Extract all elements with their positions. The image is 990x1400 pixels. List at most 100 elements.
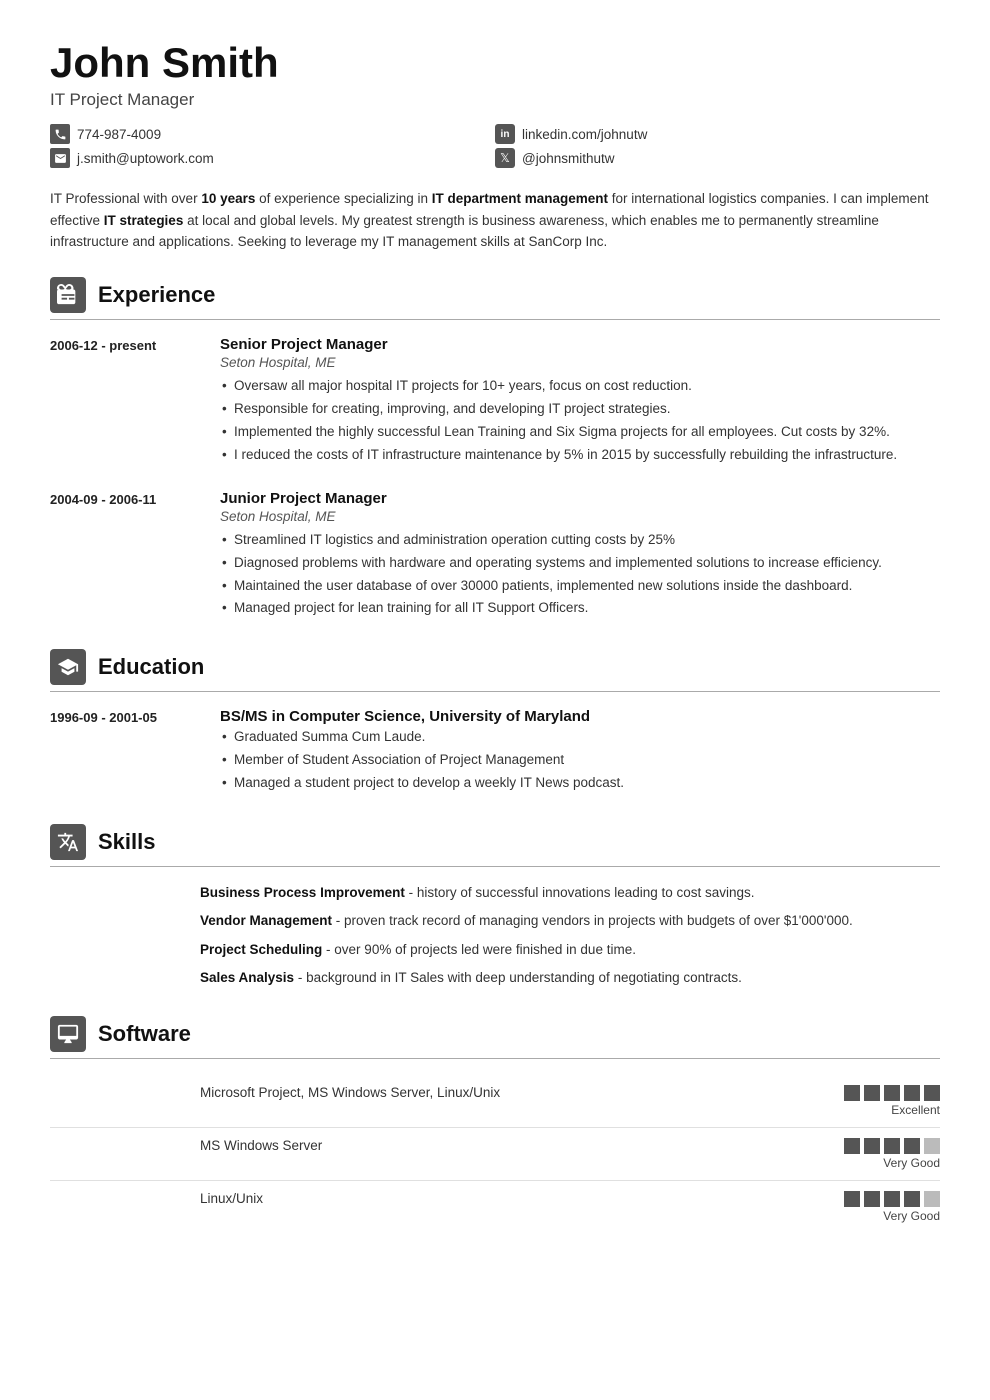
experience-title: Experience [98, 282, 215, 308]
resume-header: John Smith IT Project Manager 774-987-40… [50, 40, 940, 168]
software-row-0: Microsoft Project, MS Windows Server, Li… [50, 1075, 940, 1128]
education-entry-1: 1996-09 - 2001-05 BS/MS in Computer Scie… [50, 708, 940, 796]
bullet-item: Diagnosed problems with hardware and ope… [220, 553, 940, 574]
bullet-item: Managed a student project to develop a w… [220, 773, 940, 794]
education-title: Education [98, 654, 204, 680]
candidate-title: IT Project Manager [50, 90, 940, 110]
dot [844, 1085, 860, 1101]
skills-header: Skills [50, 824, 940, 867]
rating-label-0: Excellent [891, 1103, 940, 1117]
bullet-item: Oversaw all major hospital IT projects f… [220, 376, 940, 397]
dot [904, 1191, 920, 1207]
skill-item-1: Vendor Management - proven track record … [200, 911, 940, 931]
entry-title-2: Junior Project Manager [220, 490, 940, 507]
entry-bullets-2: Streamlined IT logistics and administrat… [220, 530, 940, 620]
summary-section: IT Professional with over 10 years of ex… [50, 188, 940, 253]
contact-phone: 774-987-4009 [50, 124, 495, 144]
skill-name-1: Vendor Management [200, 913, 332, 928]
dot [904, 1138, 920, 1154]
linkedin-value: linkedin.com/johnutw [522, 127, 647, 142]
software-name-0: Microsoft Project, MS Windows Server, Li… [50, 1085, 500, 1100]
skill-desc-3: - background in IT Sales with deep under… [298, 970, 742, 985]
entry-subtitle-1: Seton Hospital, ME [220, 355, 940, 370]
software-name-2: Linux/Unix [50, 1191, 263, 1206]
entry-dates-1: 2006-12 - present [50, 336, 200, 468]
skills-section: Skills Business Process Improvement - hi… [50, 824, 940, 988]
skill-item-2: Project Scheduling - over 90% of project… [200, 940, 940, 960]
bullet-item: Member of Student Association of Project… [220, 750, 940, 771]
email-icon [50, 148, 70, 168]
entry-dates-2: 2004-09 - 2006-11 [50, 490, 200, 622]
contact-twitter: 𝕏 @johnsmithutw [495, 148, 940, 168]
software-title: Software [98, 1021, 191, 1047]
edu-content-1: BS/MS in Computer Science, University of… [220, 708, 940, 796]
dot-empty [924, 1138, 940, 1154]
education-section: Education 1996-09 - 2001-05 BS/MS in Com… [50, 649, 940, 796]
software-rating-0: Excellent [820, 1085, 940, 1117]
skill-item-0: Business Process Improvement - history o… [200, 883, 940, 903]
rating-label-2: Very Good [883, 1209, 940, 1223]
software-rating-2: Very Good [820, 1191, 940, 1223]
experience-entry-2: 2004-09 - 2006-11 Junior Project Manager… [50, 490, 940, 622]
edu-dates-1: 1996-09 - 2001-05 [50, 708, 200, 796]
email-value: j.smith@uptowork.com [77, 151, 214, 166]
dot [884, 1085, 900, 1101]
edu-bullets-1: Graduated Summa Cum Laude. Member of Stu… [220, 727, 940, 794]
bullet-item: Managed project for lean training for al… [220, 598, 940, 619]
skill-item-3: Sales Analysis - background in IT Sales … [200, 968, 940, 988]
skill-name-2: Project Scheduling [200, 942, 322, 957]
software-row-2: Linux/Unix Very Good [50, 1181, 940, 1233]
dot [924, 1085, 940, 1101]
education-header: Education [50, 649, 940, 692]
edu-title-1: BS/MS in Computer Science, University of… [220, 708, 940, 725]
skill-desc-0: - history of successful innovations lead… [409, 885, 755, 900]
twitter-icon: 𝕏 [495, 148, 515, 168]
software-header: Software [50, 1016, 940, 1059]
software-icon [50, 1016, 86, 1052]
phone-icon [50, 124, 70, 144]
contact-linkedin: in linkedin.com/johnutw [495, 124, 940, 144]
twitter-value: @johnsmithutw [522, 151, 615, 166]
dot-empty [924, 1191, 940, 1207]
skill-name-3: Sales Analysis [200, 970, 294, 985]
dot [864, 1191, 880, 1207]
entry-content-2: Junior Project Manager Seton Hospital, M… [220, 490, 940, 622]
rating-dots-1 [844, 1138, 940, 1154]
software-rating-1: Very Good [820, 1138, 940, 1170]
experience-section: Experience 2006-12 - present Senior Proj… [50, 277, 940, 621]
skill-desc-1: - proven track record of managing vendor… [336, 913, 853, 928]
dot [864, 1138, 880, 1154]
bullet-item: Implemented the highly successful Lean T… [220, 422, 940, 443]
bullet-item: I reduced the costs of IT infrastructure… [220, 445, 940, 466]
software-row-1: MS Windows Server Very Good [50, 1128, 940, 1181]
bullet-item: Graduated Summa Cum Laude. [220, 727, 940, 748]
dot [884, 1191, 900, 1207]
contact-grid: 774-987-4009 in linkedin.com/johnutw j.s… [50, 124, 940, 168]
bullet-item: Maintained the user database of over 300… [220, 576, 940, 597]
entry-title-1: Senior Project Manager [220, 336, 940, 353]
rating-label-1: Very Good [883, 1156, 940, 1170]
dot [884, 1138, 900, 1154]
bullet-item: Responsible for creating, improving, and… [220, 399, 940, 420]
phone-value: 774-987-4009 [77, 127, 161, 142]
skills-title: Skills [98, 829, 155, 855]
experience-entry-1: 2006-12 - present Senior Project Manager… [50, 336, 940, 468]
linkedin-icon: in [495, 124, 515, 144]
experience-icon [50, 277, 86, 313]
experience-header: Experience [50, 277, 940, 320]
software-name-1: MS Windows Server [50, 1138, 322, 1153]
software-section: Software Microsoft Project, MS Windows S… [50, 1016, 940, 1233]
entry-subtitle-2: Seton Hospital, ME [220, 509, 940, 524]
education-icon [50, 649, 86, 685]
rating-dots-2 [844, 1191, 940, 1207]
contact-email: j.smith@uptowork.com [50, 148, 495, 168]
dot [864, 1085, 880, 1101]
skills-list: Business Process Improvement - history o… [50, 883, 940, 988]
skill-desc-2: - over 90% of projects led were finished… [326, 942, 636, 957]
dot [844, 1138, 860, 1154]
entry-bullets-1: Oversaw all major hospital IT projects f… [220, 376, 940, 466]
candidate-name: John Smith [50, 40, 940, 86]
dot [904, 1085, 920, 1101]
rating-dots-0 [844, 1085, 940, 1101]
skills-icon [50, 824, 86, 860]
